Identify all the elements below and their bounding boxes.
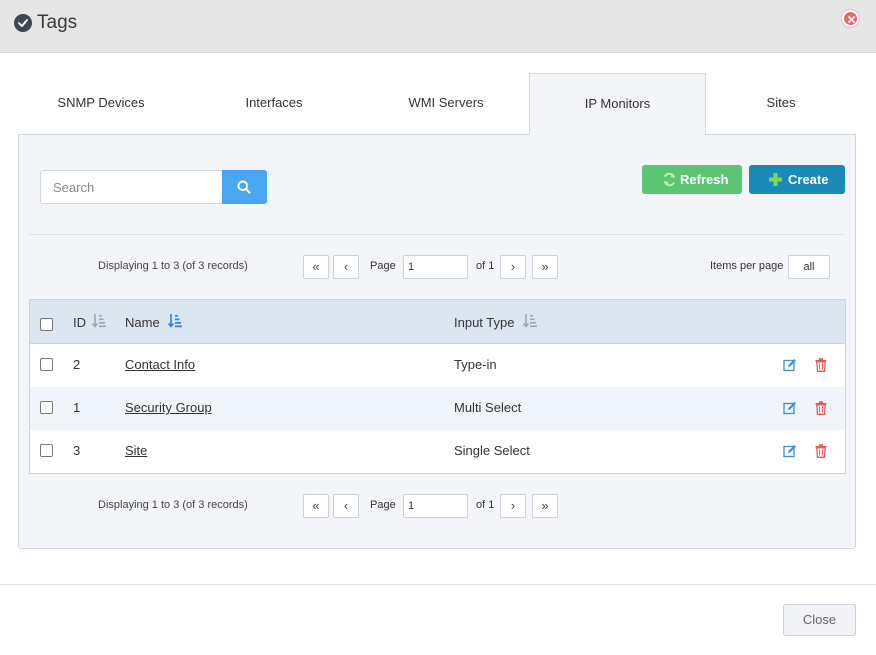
row-name-link[interactable]: Security Group [125,400,212,415]
sort-ascending-icon[interactable] [168,313,182,329]
check-circle-icon [14,14,32,32]
table-header: ID Name Input Type [30,300,845,344]
page-label: Page [370,260,396,272]
close-icon[interactable] [841,9,860,28]
tab-sites[interactable]: Sites [706,73,856,135]
select-all-checkbox[interactable] [40,318,53,331]
tab-interfaces[interactable]: Interfaces [190,73,358,135]
footer-divider [0,584,876,585]
tags-table: ID Name Input Type 2 Contact Info Type-i… [29,299,846,474]
page-count: of 1 [476,260,495,272]
divider [29,234,845,235]
column-header-name[interactable]: Name [125,315,160,330]
next-page-button[interactable]: › [500,494,526,518]
row-input-type: Multi Select [454,400,522,415]
prev-page-button[interactable]: ‹ [333,494,359,518]
close-button[interactable]: Close [783,604,856,636]
create-button[interactable]: Create [749,165,845,194]
table-row: 2 Contact Info Type-in [30,344,845,387]
items-per-page-input[interactable]: all [788,255,830,279]
column-header-id[interactable]: ID [73,315,86,330]
last-page-button[interactable]: » [532,494,558,518]
pager-bottom: Displaying 1 to 3 (of 3 records) « ‹ Pag… [19,494,857,518]
tab-ip-monitors[interactable]: IP Monitors [529,73,706,135]
dialog-header: Tags [0,0,876,53]
search-icon [237,180,251,194]
row-checkbox[interactable] [40,358,53,371]
delete-icon[interactable] [815,358,827,372]
row-checkbox[interactable] [40,401,53,414]
row-name-link[interactable]: Site [125,443,147,458]
plus-icon [769,173,782,186]
first-page-button[interactable]: « [303,255,329,279]
page-input[interactable] [403,255,468,279]
row-checkbox[interactable] [40,444,53,457]
page-input[interactable] [403,494,468,518]
refresh-button[interactable]: Refresh [642,165,742,194]
delete-icon[interactable] [815,401,827,415]
last-page-button[interactable]: » [532,255,558,279]
row-id: 1 [73,400,81,415]
next-page-button[interactable]: › [500,255,526,279]
row-id: 3 [73,443,81,458]
row-id: 2 [73,357,81,372]
tab-snmp-devices[interactable]: SNMP Devices [18,73,184,135]
row-input-type: Type-in [454,357,497,372]
page-label: Page [370,499,396,511]
refresh-icon [664,172,675,187]
refresh-label: Refresh [680,172,729,187]
search-button[interactable] [222,170,267,204]
column-header-input-type[interactable]: Input Type [454,315,514,330]
pager-top: Displaying 1 to 3 (of 3 records) « ‹ Pag… [19,255,857,279]
records-display: Displaying 1 to 3 (of 3 records) [98,499,248,511]
search-input[interactable] [40,170,223,204]
dialog-title: Tags [37,12,78,33]
edit-icon[interactable] [783,444,797,458]
row-name-link[interactable]: Contact Info [125,357,195,372]
edit-icon[interactable] [783,401,797,415]
sort-icon[interactable] [523,313,537,329]
tab-wmi-servers[interactable]: WMI Servers [362,73,530,135]
edit-icon[interactable] [783,358,797,372]
create-label: Create [788,172,829,187]
prev-page-button[interactable]: ‹ [333,255,359,279]
records-display: Displaying 1 to 3 (of 3 records) [98,260,248,272]
first-page-button[interactable]: « [303,494,329,518]
table-row: 3 Site Single Select [30,430,845,473]
table-row: 1 Security Group Multi Select [30,387,845,430]
page-count: of 1 [476,499,495,511]
tab-panel: Refresh Create Displaying 1 to 3 (of 3 r… [18,134,856,549]
row-input-type: Single Select [454,443,530,458]
items-per-page-label: Items per page [710,260,784,272]
delete-icon[interactable] [815,444,827,458]
sort-icon[interactable] [92,313,106,329]
tags-dialog: Tags SNMP Devices Interfaces WMI Servers… [0,0,876,655]
